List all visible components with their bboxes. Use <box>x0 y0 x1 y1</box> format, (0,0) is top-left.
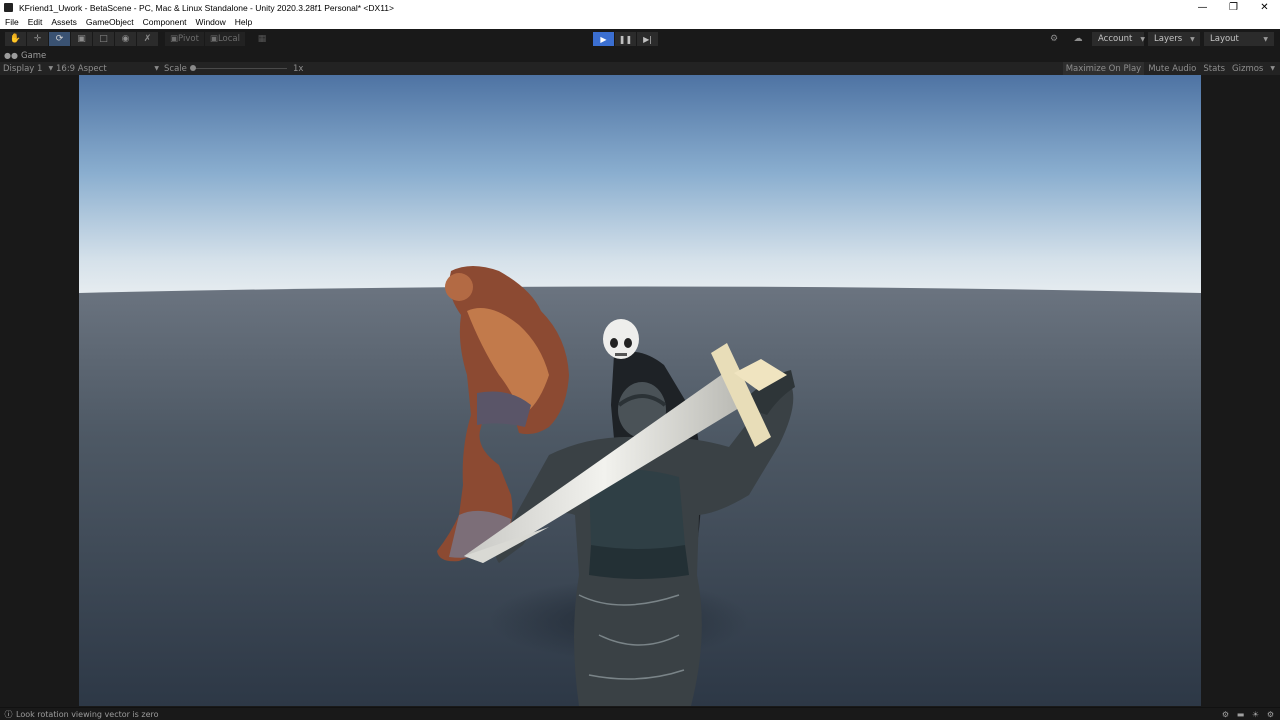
pivot-controls: ▣ Pivot ▣ Local <box>165 32 245 46</box>
pivot-button[interactable]: ▣ Pivot <box>165 32 204 46</box>
tab-game[interactable]: ●● Game <box>4 49 46 62</box>
menu-gameobject[interactable]: GameObject <box>86 17 134 27</box>
layers-label: Layers <box>1154 34 1183 44</box>
layout-label: Layout <box>1210 34 1239 44</box>
account-label: Account <box>1098 34 1133 44</box>
chevron-down-icon: ▼ <box>48 65 54 72</box>
pivot-label: Pivot <box>178 34 199 44</box>
info-icon: ⓘ <box>4 709 13 719</box>
transform-tools: ✋ ✛ ⟳ ▣ □ ◉ ✗ <box>5 32 158 46</box>
aspect-dropdown[interactable]: 16:9 Aspect ▼ <box>56 62 159 75</box>
restore-icon[interactable]: ❐ <box>1218 0 1249 15</box>
chevron-down-icon: ▼ <box>154 65 159 72</box>
step-button[interactable]: ▶| <box>637 32 658 46</box>
lighting-icon[interactable]: ☀ <box>1250 709 1261 720</box>
gamepad-icon: ●● <box>4 51 18 60</box>
scale-slider-handle[interactable] <box>190 65 196 71</box>
tab-game-label: Game <box>20 50 47 61</box>
local-label: Local <box>217 34 240 44</box>
title-bar: KFriend1_Uwork - BetaScene - PC, Mac & L… <box>0 0 1280 15</box>
menu-assets[interactable]: Assets <box>51 17 77 27</box>
rotate-icon[interactable]: ⟳ <box>49 32 70 46</box>
account-dropdown[interactable]: Account ▼ <box>1092 32 1145 46</box>
play-controls: ▶ ❚❚ ▶| <box>593 32 658 46</box>
unity-logo-icon <box>4 3 13 12</box>
hand-icon[interactable]: ✋ <box>5 32 26 46</box>
gizmos-toggle[interactable]: Gizmos <box>1229 62 1266 75</box>
transform-icon[interactable]: ◉ <box>115 32 136 46</box>
game-viewport[interactable] <box>79 75 1201 706</box>
close-icon[interactable]: ✕ <box>1249 0 1280 15</box>
local-icon: ▣ <box>209 34 218 44</box>
stats-toggle[interactable]: Stats <box>1200 62 1228 75</box>
maximize-on-play-toggle[interactable]: Maximize On Play <box>1062 62 1145 75</box>
scale-value: 1x <box>293 63 304 74</box>
scale-label: Scale <box>164 63 187 74</box>
game-scene-render <box>79 75 1201 706</box>
cloud-icon[interactable]: ☁ <box>1068 32 1088 46</box>
console-message[interactable]: Look rotation viewing vector is zero <box>16 710 159 719</box>
menu-help[interactable]: Help <box>235 17 252 27</box>
menu-window[interactable]: Window <box>196 17 226 27</box>
menu-component[interactable]: Component <box>143 17 187 27</box>
chevron-down-icon: ▼ <box>1190 35 1195 43</box>
sky <box>79 75 1201 293</box>
collab-icon[interactable]: ⚙ <box>1044 32 1064 46</box>
right-toolbar: ⚙ ☁ Account ▼ Layers ▼ Layout ▼ <box>1044 32 1274 46</box>
bug-icon[interactable]: ⚙ <box>1220 709 1231 720</box>
grid-snap-icon[interactable]: ▦ <box>253 32 271 46</box>
chevron-down-icon: ▼ <box>1140 35 1145 43</box>
display-dropdown[interactable]: Display 1 ▼ <box>3 62 53 75</box>
minimize-icon[interactable]: — <box>1187 0 1218 15</box>
menu-file[interactable]: File <box>5 17 19 27</box>
display-label: Display 1 <box>3 63 43 74</box>
scale-slider-track[interactable] <box>191 68 287 69</box>
main-toolbar: ✋ ✛ ⟳ ▣ □ ◉ ✗ ▣ Pivot ▣ Local ▦ ▶ ❚❚ ▶| ⚙ … <box>0 29 1280 49</box>
pause-button[interactable]: ❚❚ <box>615 32 636 46</box>
window-controls: — ❐ ✕ <box>1187 0 1280 15</box>
rect-icon[interactable]: □ <box>93 32 114 46</box>
status-icons: ⚙ ▬ ☀ ⚙ <box>1220 709 1276 720</box>
tab-bar: ●● Game <box>0 49 1280 62</box>
status-bar: ⓘ Look rotation viewing vector is zero ⚙… <box>0 707 1280 720</box>
scale-icon[interactable]: ▣ <box>71 32 92 46</box>
game-view-toolbar: Display 1 ▼ 16:9 Aspect ▼ Scale 1x Maximiz… <box>0 62 1280 75</box>
play-button[interactable]: ▶ <box>593 32 614 46</box>
progress-icon[interactable]: ▬ <box>1235 709 1246 720</box>
pivot-icon: ▣ <box>170 34 179 44</box>
local-button[interactable]: ▣ Local <box>204 32 245 46</box>
mute-audio-toggle[interactable]: Mute Audio <box>1145 62 1199 75</box>
window-title: KFriend1_Uwork - BetaScene - PC, Mac & L… <box>19 2 394 13</box>
game-view-options: Maximize On Play Mute Audio Stats Gizmos… <box>1062 62 1278 75</box>
layers-dropdown[interactable]: Layers ▼ <box>1148 32 1200 46</box>
chevron-down-icon[interactable]: ▼ <box>1267 62 1278 75</box>
chevron-down-icon: ▼ <box>1263 35 1268 43</box>
move-icon[interactable]: ✛ <box>27 32 48 46</box>
menu-edit[interactable]: Edit <box>28 17 43 27</box>
settings-icon[interactable]: ⚙ <box>1265 709 1276 720</box>
menu-bar: File Edit Assets GameObject Component Wi… <box>0 15 1280 29</box>
layout-dropdown[interactable]: Layout ▼ <box>1204 32 1274 46</box>
custom-tool-icon[interactable]: ✗ <box>137 32 158 46</box>
aspect-label: 16:9 Aspect <box>56 63 107 74</box>
